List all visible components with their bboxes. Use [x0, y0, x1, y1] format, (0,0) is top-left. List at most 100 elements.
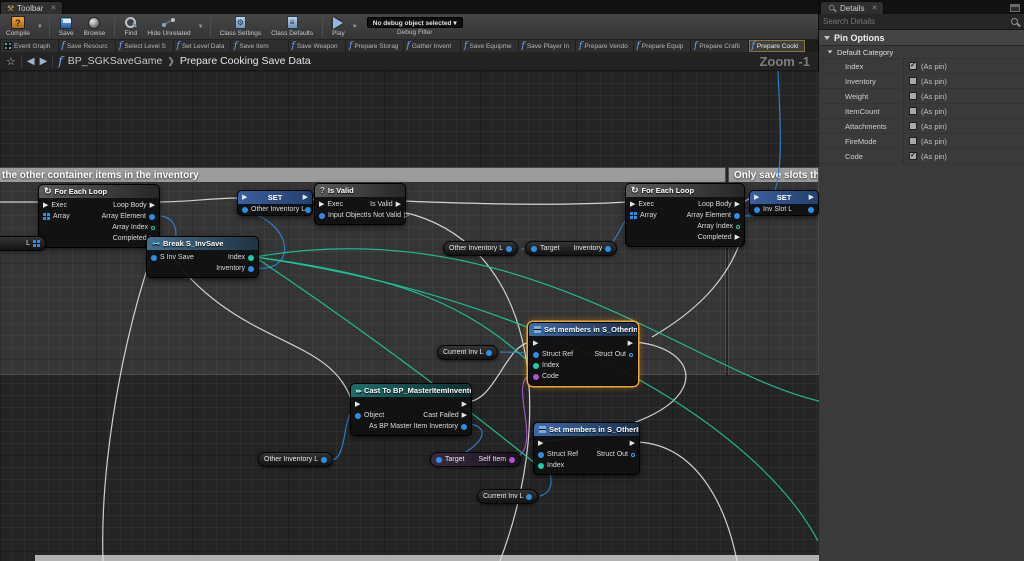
as-pin-checkbox[interactable]: ✓: [909, 62, 917, 70]
object-pin[interactable]: [734, 213, 740, 219]
breadcrumb-function[interactable]: Prepare Cooking Save Data: [180, 55, 311, 67]
object-pin[interactable]: [355, 413, 361, 419]
pill-get-inventory[interactable]: Target Inventory: [525, 241, 617, 256]
struct-pin[interactable]: [538, 452, 544, 458]
play-button[interactable]: Play: [328, 14, 349, 40]
exec-pin[interactable]: ▶: [538, 440, 543, 447]
object-pin[interactable]: [436, 457, 442, 463]
object-pin[interactable]: [506, 246, 512, 252]
exec-pin[interactable]: ▶: [462, 401, 467, 408]
default-category-header[interactable]: Default Category: [819, 46, 1024, 59]
tab-set-level-data[interactable]: fSet Level Data: [174, 40, 231, 52]
exec-pin[interactable]: ▶: [303, 194, 308, 201]
struct-pin[interactable]: [533, 374, 539, 380]
as-pin-checkbox[interactable]: ✓: [909, 152, 917, 160]
as-pin-checkbox[interactable]: ✓: [909, 107, 917, 115]
pill-get-self-item[interactable]: Target Self Item: [430, 452, 521, 467]
exec-pin-hollow[interactable]: ▷: [404, 212, 409, 219]
exec-pin[interactable]: ▶: [319, 201, 324, 208]
exec-pin[interactable]: ▶: [396, 201, 401, 208]
play-caret-icon[interactable]: ▼: [351, 24, 359, 30]
object-pin[interactable]: [486, 350, 492, 356]
struct-out-pin[interactable]: [631, 453, 635, 457]
node-for-each-loop-left[interactable]: ↻For Each Loop ▶Exec Loop Body▶ Array Ar…: [38, 184, 160, 248]
node-set-inv-slot[interactable]: ▶ SET ▶ Inv Slot L: [749, 190, 819, 216]
tab-save-equipment[interactable]: fSave Equipme: [461, 40, 518, 52]
find-button[interactable]: Find: [120, 14, 141, 40]
object-pin[interactable]: [461, 424, 467, 430]
exec-pin[interactable]: ▶: [630, 440, 635, 447]
debug-object-dropdown[interactable]: No debug object selected ▾: [367, 17, 463, 28]
node-for-each-loop-right[interactable]: ↻For Each Loop ▶Exec Loop Body▶ Array Ar…: [625, 183, 745, 247]
int-pin[interactable]: [538, 463, 544, 469]
object-pin[interactable]: [321, 457, 327, 463]
class-defaults-button[interactable]: ≡ Class Defaults: [267, 14, 317, 40]
window-layout-icon[interactable]: [1010, 4, 1020, 12]
tab-save-resources[interactable]: fSave Resourc: [59, 40, 116, 52]
compile-button[interactable]: ? Compile: [2, 14, 34, 40]
hide-unrelated-caret-icon[interactable]: ▼: [197, 24, 205, 30]
node-break-invsave[interactable]: ⊶Break S_InvSave S Inv Save Index Invent…: [146, 236, 259, 278]
comment-title[interactable]: Only save slots tha: [734, 170, 818, 181]
tab-select-level[interactable]: fSelect Level S: [116, 40, 173, 52]
object-pin[interactable]: [605, 246, 611, 252]
class-settings-button[interactable]: ⚙ Class Settings: [216, 14, 266, 40]
array-pin[interactable]: [43, 213, 50, 220]
pill-partial-left[interactable]: L: [0, 236, 46, 251]
as-pin-checkbox[interactable]: ✓: [909, 122, 917, 130]
tab-save-item[interactable]: fSave Item: [231, 40, 288, 52]
exec-pin[interactable]: ▶: [462, 412, 467, 419]
tab-gather-inventory[interactable]: fGather Invent: [404, 40, 461, 52]
breadcrumb-blueprint[interactable]: BP_SGKSaveGame: [68, 55, 163, 67]
back-arrow-icon[interactable]: ◀: [27, 56, 35, 67]
browse-button[interactable]: Browse: [80, 14, 110, 40]
object-pin[interactable]: [808, 207, 814, 213]
tab-prepare-storage[interactable]: fPrepare Storag: [346, 40, 403, 52]
node-set-other-inventory[interactable]: ▶ SET ▶ Other Inventory L: [237, 190, 313, 216]
tab-prepare-vendor[interactable]: fPrepare Vendo: [576, 40, 633, 52]
struct-pin[interactable]: [509, 457, 515, 463]
exec-pin[interactable]: ▶: [809, 194, 814, 201]
object-pin[interactable]: [319, 213, 325, 219]
tab-save-player[interactable]: fSave Player In: [519, 40, 576, 52]
tab-prepare-equip[interactable]: fPrepare Equip: [634, 40, 691, 52]
exec-pin[interactable]: ▶: [150, 202, 155, 209]
int-pin[interactable]: [151, 226, 155, 230]
exec-pin[interactable]: ▶: [355, 401, 360, 408]
object-pin[interactable]: [149, 214, 155, 220]
node-is-valid[interactable]: ?Is Valid ▶Exec Is Valid▶ Input Object I…: [314, 183, 406, 225]
pin-options-section-header[interactable]: Pin Options: [819, 30, 1024, 46]
tab-prepare-crafting[interactable]: fPrepare Crafti: [691, 40, 748, 52]
details-tab[interactable]: Details ✕: [820, 1, 884, 14]
object-pin[interactable]: [531, 246, 537, 252]
int-pin[interactable]: [248, 255, 254, 261]
object-pin[interactable]: [305, 207, 311, 213]
exec-pin[interactable]: ▶: [735, 201, 740, 208]
as-pin-checkbox[interactable]: ✓: [909, 137, 917, 145]
exec-pin[interactable]: ▶: [630, 201, 635, 208]
tab-event-graph[interactable]: Event Graph: [1, 40, 58, 52]
save-button[interactable]: Save: [55, 14, 78, 40]
struct-out-pin[interactable]: [629, 353, 633, 357]
node-set-members-1[interactable]: Set members in S_OtherInvSaves ▶ ▶ Struc…: [528, 322, 638, 386]
exec-pin[interactable]: ▶: [533, 340, 538, 347]
exec-pin[interactable]: ▶: [628, 340, 633, 347]
object-pin[interactable]: [248, 266, 254, 272]
graph-canvas[interactable]: the other container items in the invento…: [0, 71, 819, 561]
node-set-members-2[interactable]: Set members in S_OtherInvSaves ▶ ▶ Struc…: [533, 422, 640, 475]
pill-current-inv-1[interactable]: Current Inv L: [437, 345, 498, 360]
compile-caret-icon[interactable]: ▼: [36, 24, 44, 30]
favorite-star-icon[interactable]: ☆: [6, 55, 16, 68]
close-icon[interactable]: ✕: [50, 4, 56, 12]
pill-other-inventory-top[interactable]: Other Inventory L: [443, 241, 518, 256]
pill-current-inv-2[interactable]: Current Inv L: [477, 489, 538, 504]
array-pin[interactable]: [630, 212, 637, 219]
object-pin[interactable]: [242, 207, 248, 213]
struct-pin[interactable]: [533, 352, 539, 358]
comment-title[interactable]: the other container items in the invento…: [0, 170, 199, 181]
as-pin-checkbox[interactable]: ✓: [909, 77, 917, 85]
close-icon[interactable]: ✕: [871, 4, 877, 12]
exec-pin[interactable]: ▶: [735, 234, 740, 241]
toolbar-tab[interactable]: ⚒ Toolbar ✕: [0, 1, 63, 14]
tab-prepare-cooking[interactable]: fPrepare Cooki: [749, 40, 806, 52]
